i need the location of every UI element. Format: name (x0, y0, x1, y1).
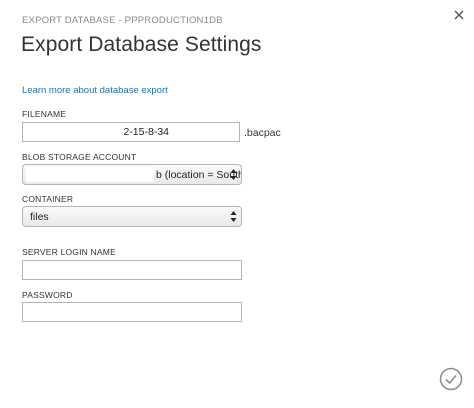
password-input[interactable] (22, 302, 242, 322)
learn-more-link[interactable]: Learn more about database export (22, 85, 168, 96)
dialog-subtitle: EXPORT DATABASE - PPPRODUCTION1DB (22, 15, 223, 26)
filename-label: FILENAME (22, 109, 67, 119)
page-title: Export Database Settings (21, 33, 262, 56)
redacted-region (26, 167, 154, 182)
filename-extension: .bacpac (244, 127, 281, 139)
chevron-up-down-icon (230, 211, 237, 222)
password-label: PASSWORD (22, 290, 73, 300)
checkmark-circle-icon[interactable] (439, 367, 463, 391)
chevron-up-down-icon (230, 169, 237, 180)
server-login-name-label: SERVER LOGIN NAME (22, 247, 116, 257)
server-login-name-input[interactable] (22, 260, 242, 280)
close-icon[interactable] (452, 8, 466, 22)
container-value: files (30, 211, 49, 223)
filename-input[interactable] (22, 122, 240, 142)
export-database-dialog: EXPORT DATABASE - PPPRODUCTION1DB Export… (0, 0, 474, 408)
blob-storage-account-select[interactable]: b (location = Southeas (22, 164, 242, 185)
container-select[interactable]: files (22, 206, 242, 227)
container-label: CONTAINER (22, 194, 74, 204)
blob-storage-account-label: BLOB STORAGE ACCOUNT (22, 152, 137, 162)
